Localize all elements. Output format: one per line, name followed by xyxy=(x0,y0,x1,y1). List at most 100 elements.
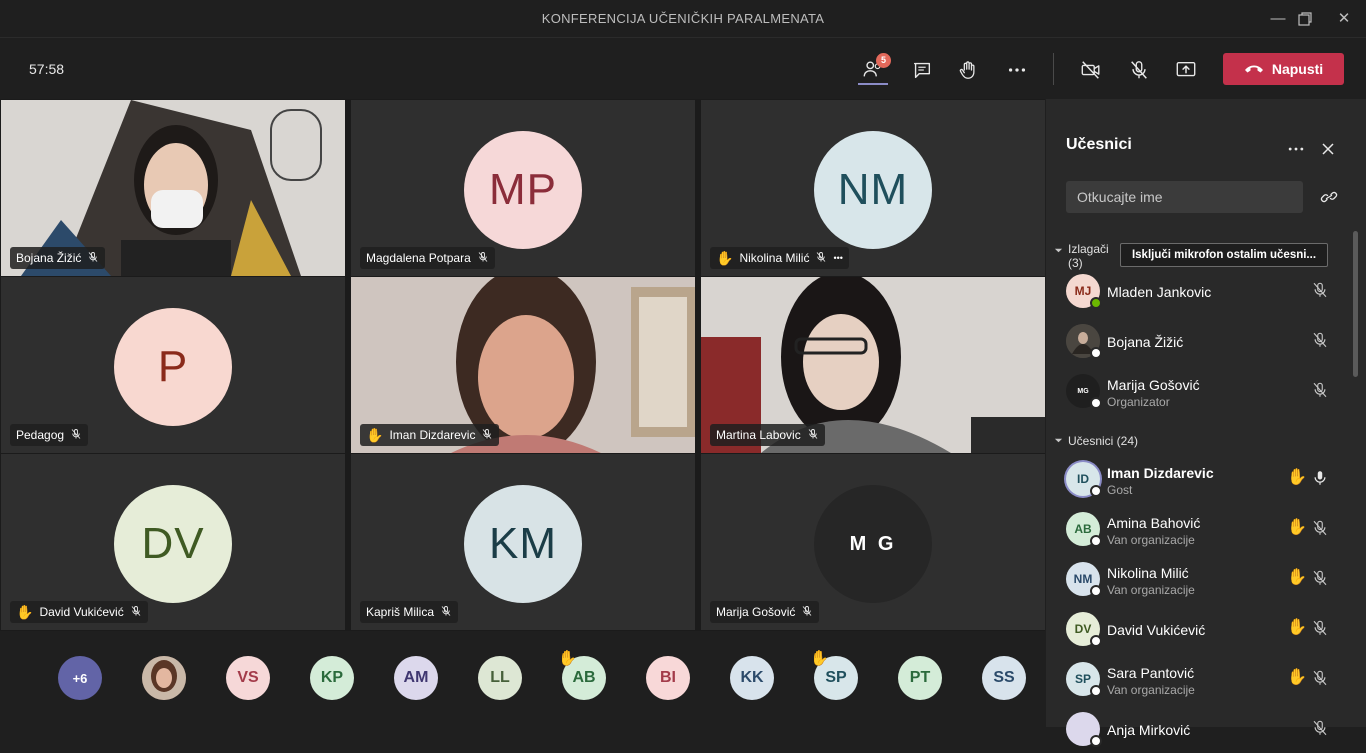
participant-name: Anja Mirković xyxy=(1107,722,1191,738)
participant-avatar: KM xyxy=(464,485,582,603)
video-tile[interactable]: MP Magdalena Potpara xyxy=(351,100,695,276)
raised-hand-icon: ✋ xyxy=(16,603,34,620)
participant-name: Marija Gošović xyxy=(1107,377,1200,393)
strip-avatar[interactable] xyxy=(142,656,186,700)
video-stage: Bojana Žižić MP Magdalena Potpara NM ✋ Nikoli… xyxy=(0,99,1045,727)
attendee-row[interactable]: ID Iman Dizdarevic Gost ✋ xyxy=(1066,457,1356,503)
overflow-participants-button[interactable]: +6 xyxy=(58,656,102,700)
video-tile[interactable]: DV ✋ David Vukićević xyxy=(1,454,345,630)
video-tile[interactable]: Martina Labovic xyxy=(701,277,1045,453)
camera-toggle-button[interactable] xyxy=(1076,55,1106,85)
attendee-row[interactable]: Anja Mirković xyxy=(1066,707,1356,753)
attendee-row[interactable]: SP Sara Pantović Van organizacije ✋ xyxy=(1066,657,1356,703)
share-invite-button[interactable] xyxy=(1320,189,1340,205)
raised-hand-icon: ✋ xyxy=(366,426,384,443)
participant-nameplate: Marija Gošović xyxy=(710,601,820,623)
video-tile[interactable]: KM Kapriš Milica xyxy=(351,454,695,630)
raised-hand-icon: ✋ xyxy=(1287,669,1307,686)
strip-avatar[interactable]: LL xyxy=(478,656,522,700)
mic-off-icon xyxy=(440,605,452,620)
presence-status-icon xyxy=(1090,685,1102,697)
video-tile[interactable]: M G Marija Gošović xyxy=(701,454,1045,630)
attendee-row[interactable]: DV David Vukićević ✋ xyxy=(1066,607,1356,653)
chevron-down-icon xyxy=(1054,438,1063,443)
raised-hand-icon: ✋ xyxy=(558,650,577,667)
panel-close-button[interactable] xyxy=(1320,141,1338,159)
share-screen-icon xyxy=(1176,61,1196,77)
more-actions-button[interactable] xyxy=(1002,55,1032,85)
mic-off-icon xyxy=(477,251,489,266)
raised-hand-icon: ✋ xyxy=(716,249,734,266)
strip-avatar[interactable]: BI xyxy=(646,656,690,700)
more-icon[interactable]: ••• xyxy=(833,253,842,263)
attendee-row[interactable]: AB Amina Bahović Van organizacije ✋ xyxy=(1066,507,1356,553)
raised-hand-icon: ✋ xyxy=(810,650,829,667)
participant-name: Bojana Žižić xyxy=(16,251,82,265)
chat-button[interactable] xyxy=(907,55,937,85)
hang-up-icon xyxy=(1244,65,1263,73)
raised-hand-icon: ✋ xyxy=(1287,569,1307,586)
raised-hand-icon: ✋ xyxy=(1287,469,1307,486)
participant-role: Organizator xyxy=(1107,395,1170,409)
strip-avatar[interactable]: VS xyxy=(226,656,270,700)
participant-nameplate: Pedagog xyxy=(10,424,89,446)
presenter-row[interactable]: Bojana Žižić xyxy=(1066,319,1356,365)
panel-scrollbar[interactable] xyxy=(1353,231,1358,377)
participants-button[interactable]: 5 xyxy=(858,53,891,85)
search-participants-input[interactable] xyxy=(1066,181,1303,213)
mic-off-icon xyxy=(87,251,99,266)
video-tile[interactable]: NM ✋ Nikolina Milić ••• xyxy=(701,100,1045,276)
minimize-icon[interactable]: — xyxy=(1263,8,1293,30)
strip-avatar[interactable]: PT xyxy=(898,656,942,700)
attendee-row[interactable]: NM Nikolina Milić Van organizacije ✋ xyxy=(1066,557,1356,603)
strip-avatar[interactable]: KK xyxy=(730,656,774,700)
mic-off-icon xyxy=(481,428,493,443)
leave-button[interactable]: Napusti xyxy=(1223,53,1344,85)
mic-off-icon xyxy=(1311,619,1329,637)
mute-all-button[interactable]: Isključi mikrofon ostalim učesni... xyxy=(1120,243,1328,267)
mic-off-icon xyxy=(1311,569,1329,587)
presenter-row[interactable]: MG Marija Gošović Organizator xyxy=(1066,369,1356,415)
mic-off-icon xyxy=(1131,61,1147,79)
strip-avatar[interactable]: AM xyxy=(394,656,438,700)
maximize-icon[interactable] xyxy=(1290,8,1320,30)
more-icon xyxy=(1008,68,1026,72)
leave-label: Napusti xyxy=(1271,61,1324,77)
presenters-label: Izlagači xyxy=(1068,242,1109,256)
participant-role: Van organizacije xyxy=(1107,583,1195,597)
strip-avatar[interactable]: SS xyxy=(982,656,1026,700)
mic-off-icon xyxy=(815,251,827,266)
meeting-toolbar: 57:58 5 Napusti xyxy=(0,39,1366,99)
hand-icon xyxy=(959,61,975,79)
link-icon xyxy=(1320,191,1338,203)
share-screen-button[interactable] xyxy=(1171,55,1201,85)
participant-avatar: MP xyxy=(464,131,582,249)
mic-off-icon xyxy=(130,605,142,620)
presenter-row[interactable]: MJ Mladen Jankovic xyxy=(1066,269,1356,315)
panel-more-button[interactable] xyxy=(1286,139,1308,159)
participant-name: David Vukićević xyxy=(1107,622,1206,638)
participants-panel: Učesnici Izlagači (3) Isključi mikrofon … xyxy=(1046,99,1366,747)
participant-name: David Vukićević xyxy=(39,605,124,619)
presenters-count: (3) xyxy=(1068,256,1083,270)
mic-off-icon xyxy=(70,428,82,443)
participant-nameplate: Bojana Žižić xyxy=(10,247,106,269)
mic-off-icon xyxy=(1311,281,1329,299)
presence-status-icon xyxy=(1090,585,1102,597)
window-title: KONFERENCIJA UČENIČKIH PARALMENATA xyxy=(541,11,825,26)
participant-nameplate: Magdalena Potpara xyxy=(360,247,495,269)
title-bar: KONFERENCIJA UČENIČKIH PARALMENATA — ✕ xyxy=(0,0,1366,38)
video-tile[interactable]: Bojana Žižić xyxy=(1,100,345,276)
presence-status-icon xyxy=(1090,297,1102,309)
participant-name: Nikolina Milić xyxy=(1107,565,1189,581)
camera-off-icon xyxy=(1081,61,1100,79)
mic-toggle-button[interactable] xyxy=(1124,55,1154,85)
participant-role: Van organizacije xyxy=(1107,533,1195,547)
presenters-section-toggle[interactable]: Izlagači (3) xyxy=(1054,242,1109,270)
video-tile[interactable]: ✋ Iman Dizdarevic xyxy=(351,277,695,453)
close-window-icon[interactable]: ✕ xyxy=(1329,8,1359,30)
attendees-section-toggle[interactable]: Učesnici (24) xyxy=(1054,434,1138,448)
video-tile[interactable]: P Pedagog xyxy=(1,277,345,453)
raise-hand-button[interactable] xyxy=(953,55,983,85)
strip-avatar[interactable]: KP xyxy=(310,656,354,700)
